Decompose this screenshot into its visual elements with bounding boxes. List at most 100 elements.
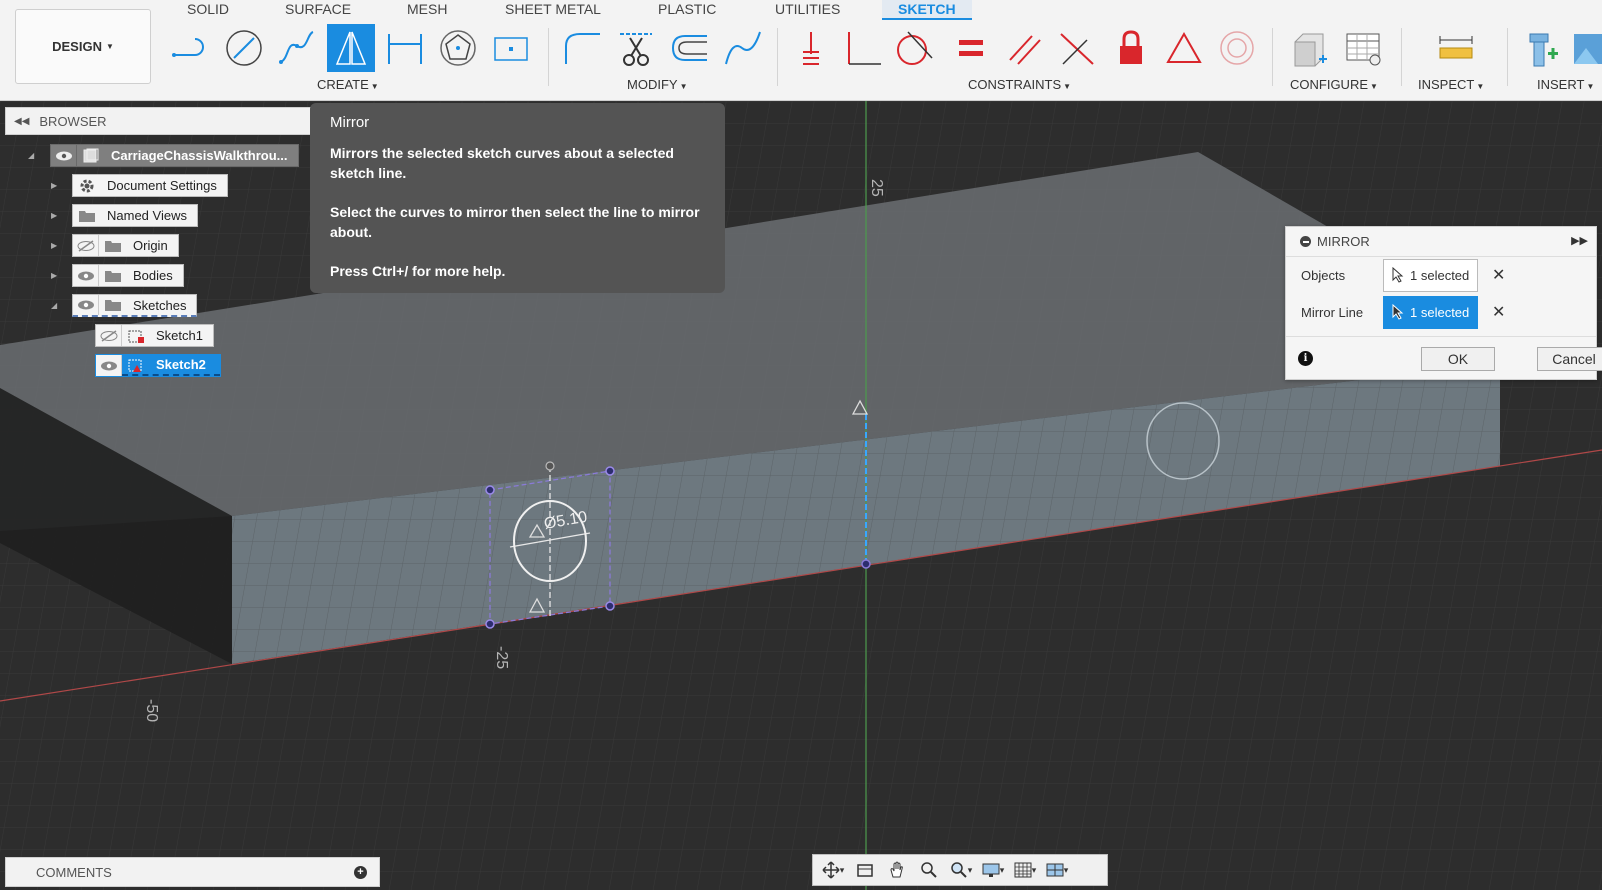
tree-item-label: Bodies <box>133 268 173 283</box>
coincident-constraint-icon[interactable] <box>787 24 835 72</box>
ok-button[interactable]: OK <box>1421 347 1495 371</box>
trim-tool-icon[interactable] <box>612 24 660 72</box>
toolbar-divider <box>1507 28 1508 86</box>
axis-label-25: 25 <box>868 179 885 197</box>
viewports-icon[interactable]: ▾ <box>1041 856 1073 884</box>
zoom-icon[interactable] <box>913 856 945 884</box>
eye-icon[interactable] <box>51 145 77 166</box>
symmetry-constraint-icon[interactable] <box>1160 24 1208 72</box>
eye-icon[interactable] <box>73 265 99 286</box>
viewport-scene: Ø5.10 25 -25 -50 <box>0 101 1602 890</box>
cancel-button[interactable]: Cancel <box>1537 347 1602 371</box>
objects-row: Objects 1 selected ✕ <box>1286 258 1596 292</box>
offset-tool-icon[interactable] <box>665 24 713 72</box>
dimension-tool-icon[interactable] <box>381 24 429 72</box>
workspace-switcher[interactable]: DESIGN ▼ <box>15 9 151 84</box>
tangent-constraint-icon[interactable] <box>890 24 938 72</box>
parallel-constraint-icon[interactable] <box>1000 24 1048 72</box>
orbit-icon[interactable]: ▾ <box>817 856 849 884</box>
tree-item-label: Sketches <box>133 297 187 313</box>
toolbar-divider <box>1401 28 1402 86</box>
comments-panel[interactable]: COMMENTS + <box>5 857 380 887</box>
main-toolbar: DESIGN ▼ SOLID SURFACE MESH SHEET METAL P… <box>0 0 1602 101</box>
modify-menu[interactable]: MODIFY ▼ <box>627 77 687 92</box>
tab-sketch[interactable]: SKETCH <box>882 0 972 20</box>
folder-icon <box>99 235 127 256</box>
tree-item-sketch2[interactable]: Sketch2 <box>95 354 221 377</box>
eye-hidden-icon[interactable] <box>96 325 122 346</box>
circle-tool-icon[interactable] <box>220 24 268 72</box>
zoom-window-icon[interactable]: ▾ <box>945 856 977 884</box>
tree-item-sketch1[interactable]: Sketch1 <box>95 324 214 347</box>
constraints-menu[interactable]: CONSTRAINTS ▼ <box>968 77 1071 92</box>
expand-arrow-icon[interactable]: ▶ <box>51 241 57 250</box>
expand-arrow-icon[interactable]: ◢ <box>28 151 34 160</box>
tree-item-origin[interactable]: ▶ Origin <box>51 234 179 257</box>
insert-image-icon[interactable] <box>1570 24 1602 72</box>
viewport-canvas[interactable]: Ø5.10 25 -25 -50 <box>0 101 1602 890</box>
mirror-tool-icon[interactable] <box>327 24 375 72</box>
create-menu[interactable]: CREATE ▼ <box>317 77 379 92</box>
extend-curve-tool-icon[interactable] <box>718 24 766 72</box>
mirror-line-selection-button[interactable]: 1 selected <box>1383 295 1478 329</box>
add-comment-icon[interactable]: + <box>354 866 367 879</box>
equal-constraint-icon[interactable] <box>947 24 995 72</box>
midpoint-constraint-icon[interactable] <box>1053 24 1101 72</box>
grid-settings-icon[interactable]: ▾ <box>1009 856 1041 884</box>
axis-label-neg25: -25 <box>493 646 510 669</box>
configure-table-icon[interactable] <box>1339 24 1387 72</box>
pan-hand-icon[interactable] <box>881 856 913 884</box>
tooltip-title: Mirror <box>330 114 370 131</box>
tree-item-label: Origin <box>133 238 168 253</box>
tab-sheet-metal[interactable]: SHEET METAL <box>505 0 601 20</box>
tab-mesh[interactable]: MESH <box>407 0 447 20</box>
root-component-label: CarriageChassisWalkthrou... <box>111 148 288 163</box>
perpendicular-constraint-icon[interactable] <box>839 24 887 72</box>
tree-item-label: Sketch1 <box>156 328 203 343</box>
inspect-menu[interactable]: INSPECT ▼ <box>1418 77 1484 92</box>
clear-objects-icon[interactable]: ✕ <box>1492 265 1505 285</box>
insert-menu[interactable]: INSERT ▼ <box>1537 77 1594 92</box>
component-icon <box>77 145 105 166</box>
eye-hidden-icon[interactable] <box>73 235 99 256</box>
spline-tool-icon[interactable] <box>273 24 321 72</box>
expand-arrow-icon[interactable]: ◢ <box>51 301 57 310</box>
expand-arrow-icon[interactable]: ▶ <box>51 271 57 280</box>
configure-body-icon[interactable] <box>1285 24 1333 72</box>
look-at-icon[interactable] <box>849 856 881 884</box>
browser-panel-header[interactable]: ◀◀ BROWSER <box>5 107 315 135</box>
dialog-footer: i OK Cancel <box>1286 336 1602 380</box>
eye-icon[interactable] <box>96 355 122 376</box>
eye-icon[interactable] <box>73 295 99 315</box>
rectangle-tool-icon[interactable] <box>487 24 535 72</box>
concentric-constraint-icon[interactable] <box>1213 24 1261 72</box>
info-icon[interactable]: i <box>1298 351 1313 366</box>
tab-surface[interactable]: SURFACE <box>285 0 351 20</box>
tree-item-bodies[interactable]: ▶ Bodies <box>51 264 184 287</box>
measure-tool-icon[interactable] <box>1432 24 1480 72</box>
tree-item-sketches[interactable]: ◢ Sketches <box>51 294 198 317</box>
toolbar-divider <box>777 28 778 86</box>
configure-menu[interactable]: CONFIGURE ▼ <box>1290 77 1378 92</box>
polygon-tool-icon[interactable] <box>434 24 482 72</box>
collapse-panel-icon[interactable]: ◀◀ <box>14 116 29 127</box>
tab-plastic[interactable]: PLASTIC <box>658 0 716 20</box>
dialog-header[interactable]: MIRROR ▶▶ <box>1286 227 1596 257</box>
tab-utilities[interactable]: UTILITIES <box>775 0 840 20</box>
insert-bolt-icon[interactable] <box>1518 24 1566 72</box>
line-tool-icon[interactable] <box>167 24 215 72</box>
fix-constraint-icon[interactable] <box>1107 24 1155 72</box>
expand-arrow-icon[interactable]: ▶ <box>51 181 57 190</box>
tree-root-row[interactable]: ◢ CarriageChassisWalkthrou... <box>28 144 299 167</box>
expand-arrow-icon[interactable]: ▶ <box>51 211 57 220</box>
objects-selection-button[interactable]: 1 selected <box>1383 258 1478 292</box>
tree-item-named-views[interactable]: ▶ Named Views <box>51 204 198 227</box>
tab-solid[interactable]: SOLID <box>187 0 229 20</box>
expand-dialog-icon[interactable]: ▶▶ <box>1571 234 1588 247</box>
tree-item-document-settings[interactable]: ▶ Document Settings <box>51 174 228 197</box>
gear-icon <box>73 175 101 196</box>
clear-mirror-line-icon[interactable]: ✕ <box>1492 302 1505 322</box>
fillet-tool-icon[interactable] <box>558 24 606 72</box>
display-settings-icon[interactable]: ▾ <box>977 856 1009 884</box>
collapse-dialog-icon[interactable] <box>1300 236 1311 247</box>
